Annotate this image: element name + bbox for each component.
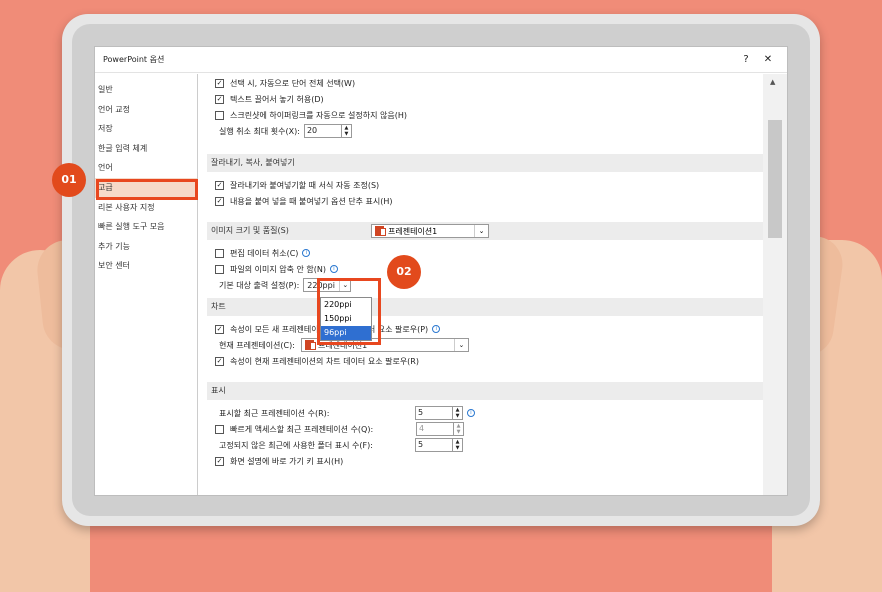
vertical-scrollbar[interactable]: ▲ [763, 74, 787, 495]
image-section-label: 이미지 크기 및 품질(S) [211, 226, 289, 235]
unpinned-folders-row: 고정되지 않은 최근에 사용한 폴더 표시 수(F): 5 ▲ ▼ [219, 438, 463, 452]
chart-new-checkbox[interactable]: ✓ [215, 324, 224, 334]
no-hyperlink-checkbox[interactable] [215, 110, 224, 120]
current-presentation-name: 프레젠테이션1 [317, 340, 368, 350]
title-bar: PowerPoint 옵션 ? ✕ [95, 47, 787, 73]
section-cut-copy-paste: 잘라내기, 복사, 붙여넣기 [207, 154, 763, 172]
dialog-title: PowerPoint 옵션 [103, 55, 165, 64]
undo-spinner[interactable]: 20 ▲ ▼ [303, 124, 352, 138]
discard-edit-option[interactable]: 편집 데이터 취소(C) i [215, 246, 311, 260]
section-chart: 차트 [207, 298, 763, 316]
chart-current-option[interactable]: ✓ 속성이 현재 프레젠테이션의 차트 데이터 요소 팔로우(R) [215, 354, 419, 368]
close-button[interactable]: ✕ [757, 54, 779, 65]
section-display: 표시 [207, 382, 763, 400]
info-icon: i [302, 249, 311, 257]
help-button[interactable]: ? [735, 54, 757, 65]
spin-arrows-icon[interactable]: ▲ ▼ [453, 438, 463, 452]
sidebar-item-save[interactable]: 저장 [95, 119, 197, 139]
options-sidebar: 일반 언어 교정 저장 한글 입력 체계 언어 고급 리본 사용자 지정 빠른 … [95, 74, 198, 495]
quick-access-spinner[interactable]: 4 ▲ ▼ [416, 422, 464, 436]
unpinned-folders-label: 고정되지 않은 최근에 사용한 폴더 표시 수(F): [219, 440, 373, 450]
smart-cut-option[interactable]: ✓ 잘라내기와 붙여넣기할 때 서식 자동 조정(S) [215, 178, 379, 192]
sidebar-item-korean-input[interactable]: 한글 입력 체계 [95, 139, 197, 159]
no-compress-checkbox[interactable] [215, 264, 224, 274]
spin-arrows-icon[interactable]: ▲ ▼ [453, 406, 463, 420]
sidebar-item-general[interactable]: 일반 [95, 80, 197, 100]
chevron-down-icon[interactable]: ⌄ [339, 279, 350, 291]
paste-options-option[interactable]: ✓ 내용을 붙여 넣을 때 붙여넣기 옵션 단추 표시(H) [215, 194, 393, 208]
no-hyperlink-label: 스크린샷에 하이퍼링크를 자동으로 설정하지 않음(H) [230, 110, 407, 120]
step-badge-02: 02 [387, 255, 421, 289]
image-presentation-select[interactable]: 프레젠테이션1 ⌄ [371, 224, 489, 238]
discard-edit-checkbox[interactable] [215, 248, 224, 258]
shortcut-keys-checkbox[interactable]: ✓ [215, 456, 224, 466]
recent-count-row: 표시할 최근 프레젠테이션 수(R): 5 ▲ ▼ i [219, 406, 475, 420]
ppi-select[interactable]: 220ppi ⌄ [303, 278, 352, 292]
presentation-file-icon [304, 340, 316, 350]
sidebar-item-add-ins[interactable]: 추가 기능 [95, 237, 197, 257]
image-presentation-name: 프레젠테이션1 [388, 226, 438, 236]
quick-access-checkbox[interactable] [215, 424, 224, 434]
word-select-option[interactable]: ✓ 선택 시, 자동으로 단어 전체 선택(W) [215, 76, 355, 90]
paste-options-label: 내용을 붙여 넣을 때 붙여넣기 옵션 단추 표시(H) [230, 196, 393, 206]
quick-access-label: 빠르게 액세스할 최근 프레젠테이션 수(Q): [230, 424, 374, 434]
drag-drop-label: 텍스트 끌어서 놓기 허용(D) [230, 94, 324, 104]
no-hyperlink-option[interactable]: 스크린샷에 하이퍼링크를 자동으로 설정하지 않음(H) [215, 108, 407, 122]
chart-current-label: 속성이 현재 프레젠테이션의 차트 데이터 요소 팔로우(R) [230, 356, 419, 366]
shortcut-keys-option[interactable]: ✓ 화면 설명에 바로 가기 키 표시(H) [215, 454, 343, 468]
shortcut-keys-label: 화면 설명에 바로 가기 키 표시(H) [230, 456, 344, 466]
info-icon: i [330, 265, 338, 273]
sidebar-item-trust-center[interactable]: 보안 센터 [95, 256, 197, 276]
paste-options-checkbox[interactable]: ✓ [215, 196, 224, 206]
recent-count-value[interactable]: 5 [415, 406, 453, 420]
options-dialog: PowerPoint 옵션 ? ✕ 일반 언어 교정 저장 한글 입력 체계 언… [94, 46, 788, 496]
chevron-down-icon[interactable]: ⌄ [474, 225, 488, 237]
sidebar-item-quick-access-toolbar[interactable]: 빠른 실행 도구 모음 [95, 217, 197, 237]
default-output-row: 기본 대상 출력 설정(P): 220ppi ⌄ [219, 278, 352, 292]
sidebar-item-customize-ribbon[interactable]: 리본 사용자 지정 [95, 198, 197, 218]
word-select-label: 선택 시, 자동으로 단어 전체 선택(W) [230, 78, 356, 88]
drag-drop-checkbox[interactable]: ✓ [215, 94, 224, 104]
smart-cut-label: 잘라내기와 붙여넣기할 때 서식 자동 조정(S) [230, 180, 380, 190]
quick-access-value[interactable]: 4 [416, 422, 454, 436]
word-select-checkbox[interactable]: ✓ [215, 78, 224, 88]
advanced-options-panel: ✓ 선택 시, 자동으로 단어 전체 선택(W) ✓ 텍스트 끌어서 놓기 허용… [199, 74, 763, 495]
presentation-file-icon [375, 226, 386, 236]
drag-drop-option[interactable]: ✓ 텍스트 끌어서 놓기 허용(D) [215, 92, 324, 106]
unpinned-folders-value[interactable]: 5 [415, 438, 453, 452]
current-presentation-label: 현재 프레젠테이션(C): [219, 340, 295, 350]
ppi-selected-value: 220ppi [307, 280, 335, 290]
sidebar-item-proofing[interactable]: 언어 교정 [95, 100, 197, 120]
ppi-option-220[interactable]: 220ppi [321, 298, 371, 312]
scroll-thumb[interactable] [768, 120, 782, 238]
no-compress-option[interactable]: 파일의 이미지 압축 안 함(N) i [215, 262, 338, 276]
chevron-down-icon[interactable]: ⌄ [453, 339, 468, 351]
undo-label: 실행 취소 최대 횟수(X): [219, 126, 300, 136]
sidebar-item-language[interactable]: 언어 [95, 158, 197, 178]
no-compress-label: 파일의 이미지 압축 안 함(N) [230, 264, 326, 274]
sidebar-item-advanced[interactable]: 고급 [95, 177, 197, 198]
chart-current-checkbox[interactable]: ✓ [215, 356, 224, 366]
undo-row: 실행 취소 최대 횟수(X): 20 ▲ ▼ [219, 124, 352, 138]
info-icon: i [432, 325, 441, 333]
step-badge-01: 01 [52, 163, 86, 197]
spin-arrows-icon[interactable]: ▲ ▼ [454, 422, 464, 436]
default-output-label: 기본 대상 출력 설정(P): [219, 280, 300, 290]
spin-arrows-icon[interactable]: ▲ ▼ [341, 124, 352, 138]
smart-cut-checkbox[interactable]: ✓ [215, 180, 224, 190]
undo-value[interactable]: 20 [303, 124, 342, 138]
info-icon: i [467, 409, 475, 417]
recent-count-label: 표시할 최근 프레젠테이션 수(R): [219, 408, 330, 418]
unpinned-folders-spinner[interactable]: 5 ▲ ▼ [415, 438, 463, 452]
ppi-option-96[interactable]: 96ppi [321, 326, 371, 340]
discard-edit-label: 편집 데이터 취소(C) [230, 248, 299, 258]
quick-access-option[interactable]: 빠르게 액세스할 최근 프레젠테이션 수(Q): 4 ▲ ▼ [215, 422, 464, 436]
ppi-dropdown-list: 220ppi 150ppi 96ppi [320, 297, 372, 341]
recent-count-spinner[interactable]: 5 ▲ ▼ [415, 406, 463, 420]
scroll-up-icon[interactable]: ▲ [770, 78, 775, 86]
ppi-option-150[interactable]: 150ppi [321, 312, 371, 326]
